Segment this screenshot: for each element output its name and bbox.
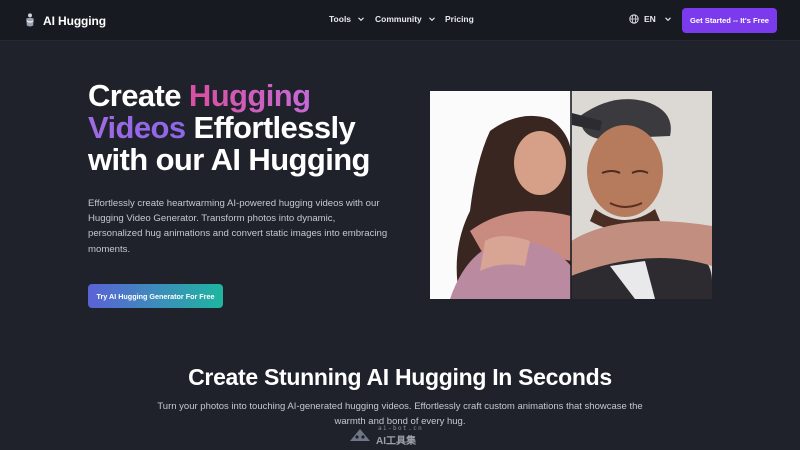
- top-navbar: AI Hugging Tools Community Pricing EN Ge…: [0, 0, 800, 41]
- hero-title-highlight: Hugging: [188, 78, 311, 113]
- section-title: Create Stunning AI Hugging In Seconds: [188, 364, 612, 390]
- hero-title-highlight: Videos: [88, 110, 186, 145]
- hero-title-line: with our AI Hugging: [88, 142, 370, 177]
- watermark-text: AI工具集: [376, 436, 416, 447]
- chevron-down-icon: [428, 17, 435, 22]
- hero-title-word: Create: [88, 78, 182, 113]
- hug-photo-comparison-image: [430, 91, 712, 299]
- robot-logo-icon: [350, 429, 370, 441]
- hero-title: Create Hugging Videos Effortlessly with …: [88, 80, 418, 176]
- chevron-down-icon: [358, 17, 364, 22]
- watermark-url: ai-bot.cn: [378, 425, 424, 432]
- nav-community-label: Community: [375, 14, 422, 24]
- nav-pricing[interactable]: Pricing: [445, 14, 474, 24]
- try-generator-button[interactable]: Try AI Hugging Generator For Free: [88, 284, 223, 308]
- hero-description: Effortlessly create heartwarming AI-powe…: [88, 198, 388, 255]
- get-started-button[interactable]: Get Started -- It's Free: [682, 8, 777, 33]
- globe-icon: [629, 14, 639, 24]
- nav-tools[interactable]: Tools: [329, 14, 365, 24]
- hero-title-word: Effortlessly: [193, 110, 356, 145]
- nav-community[interactable]: Community: [375, 14, 436, 24]
- hug-logo-icon: [26, 13, 34, 27]
- nav-tools-label: Tools: [329, 14, 352, 24]
- nav-pricing-label: Pricing: [445, 14, 474, 24]
- chevron-down-icon: [664, 17, 671, 22]
- language-label: EN: [644, 14, 656, 24]
- hero-image: [430, 91, 712, 299]
- language-selector[interactable]: EN: [629, 14, 672, 24]
- brand-logo[interactable]: AI Hugging: [24, 12, 106, 29]
- brand-name: AI Hugging: [43, 13, 106, 28]
- watermark: ai-bot.cn AI工具集: [348, 424, 438, 447]
